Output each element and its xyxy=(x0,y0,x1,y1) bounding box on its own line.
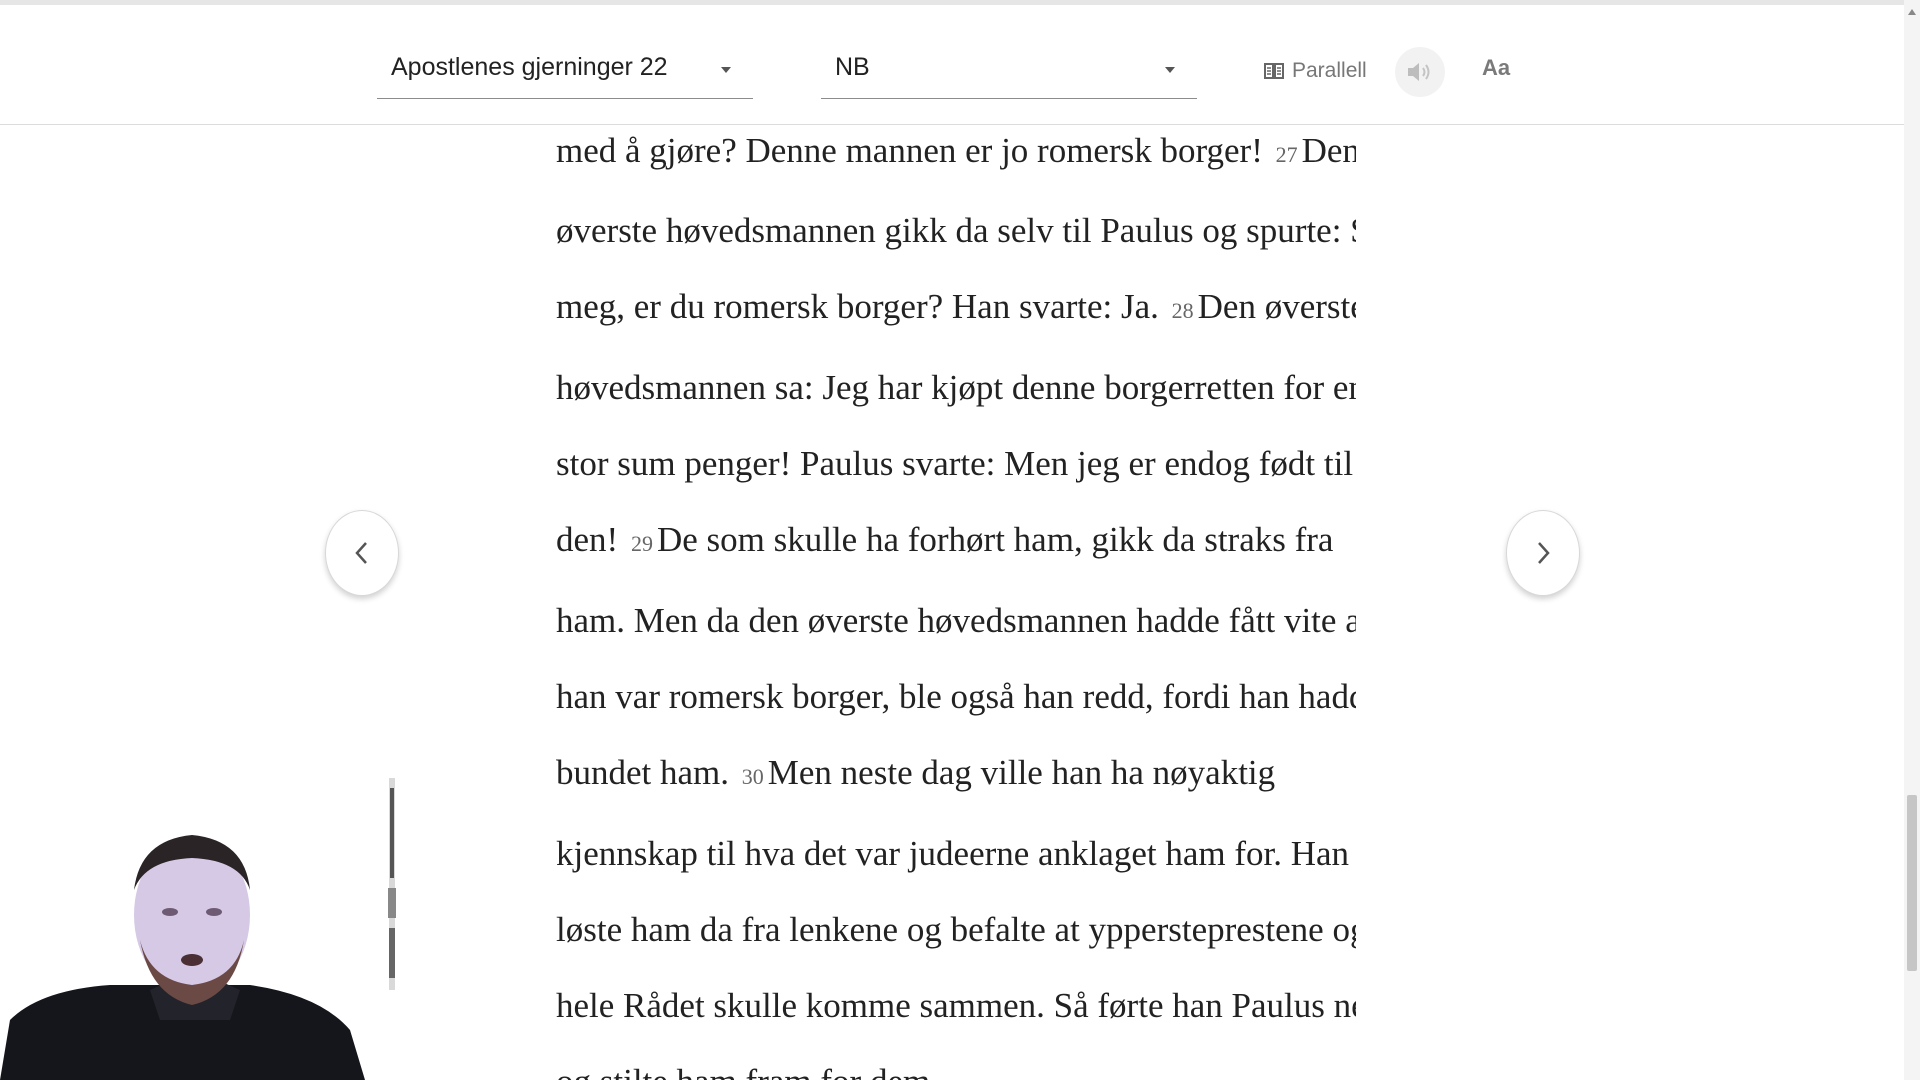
video-artifact xyxy=(380,778,404,990)
verse-text: Den øverste xyxy=(1197,287,1356,326)
scripture-text: med å gjøre? Denne mannen er jo romersk … xyxy=(556,124,1356,1080)
verse-text: meg, er du romersk borger? Han svarte: J… xyxy=(556,287,1168,326)
scroll-up-arrow-icon[interactable] xyxy=(1908,9,1916,15)
verse-text: kjennskap til hva det var judeerne ankla… xyxy=(556,834,1350,873)
scripture-line: øverste høvedsmannen gikk da selv til Pa… xyxy=(556,211,1356,251)
verse-text: bundet ham. xyxy=(556,753,738,792)
book-chapter-select[interactable]: Apostlenes gjerninger 22 xyxy=(377,43,753,99)
scripture-line: stor sum penger! Paulus svarte: Men jeg … xyxy=(556,444,1353,484)
bible-version-value: NB xyxy=(835,53,870,81)
book-columns-icon xyxy=(1264,63,1284,79)
reader-toolbar: Apostlenes gjerninger 22 NB Parallell Aa xyxy=(0,5,1904,125)
scripture-line: bundet ham. 30 Men neste dag ville han ha… xyxy=(556,753,1275,793)
chevron-left-icon xyxy=(355,542,367,564)
chevron-right-icon xyxy=(1538,542,1550,564)
verse-text: stor sum penger! Paulus svarte: Men jeg … xyxy=(556,444,1354,483)
scripture-line: hele Rådet skulle komme sammen. Så førte… xyxy=(556,986,1356,1026)
scrollbar-thumb[interactable] xyxy=(1907,795,1917,971)
scripture-line: kjennskap til hva det var judeerne ankla… xyxy=(556,834,1349,874)
scripture-line: og stilte ham fram for dem. xyxy=(556,1062,939,1080)
scripture-line: han var romersk borger, ble også han red… xyxy=(556,677,1356,717)
scripture-line: den! 29 De som skulle ha forhørt ham, gik… xyxy=(556,520,1333,560)
verse-number: 28 xyxy=(1171,298,1194,323)
scripture-line: meg, er du romersk borger? Han svarte: J… xyxy=(556,287,1356,327)
verse-text: hele Rådet skulle komme sammen. Så førte… xyxy=(556,986,1356,1025)
bible-version-select[interactable]: NB xyxy=(821,43,1197,99)
next-chapter-button[interactable] xyxy=(1506,510,1580,596)
dropdown-caret-icon xyxy=(721,67,731,73)
verse-text: med å gjøre? Denne mannen er jo romersk … xyxy=(556,131,1272,170)
font-size-button[interactable]: Aa xyxy=(1482,55,1510,81)
verse-text: De som skulle ha forhørt ham, gikk da st… xyxy=(656,520,1334,559)
verse-number: 30 xyxy=(741,764,764,789)
verse-number: 27 xyxy=(1275,142,1298,167)
scripture-line: ham. Men da den øverste høvedsmannen had… xyxy=(556,601,1356,641)
verse-text: han var romersk borger, ble også han red… xyxy=(556,677,1356,716)
previous-chapter-button[interactable] xyxy=(325,510,399,596)
webcam-overlay xyxy=(0,820,380,1080)
verse-text: løste ham da fra lenkene og befalte at y… xyxy=(556,910,1356,949)
parallel-button[interactable]: Parallell xyxy=(1264,51,1367,91)
verse-text: den! xyxy=(556,520,627,559)
dropdown-caret-icon xyxy=(1165,67,1175,73)
verse-text: øverste høvedsmannen gikk da selv til Pa… xyxy=(556,211,1356,250)
book-chapter-value: Apostlenes gjerninger 22 xyxy=(391,53,668,81)
verse-text: ham. Men da den øverste høvedsmannen had… xyxy=(556,601,1356,640)
scripture-line: med å gjøre? Denne mannen er jo romersk … xyxy=(556,131,1356,171)
speaker-icon xyxy=(1408,63,1430,81)
verse-text: Den xyxy=(1301,131,1356,170)
verse-text: Men neste dag ville han ha nøyaktig xyxy=(767,753,1276,792)
scripture-line: løste ham da fra lenkene og befalte at y… xyxy=(556,910,1356,950)
verse-text: og stilte ham fram for dem. xyxy=(556,1062,939,1080)
scripture-line: høvedsmannen sa: Jeg har kjøpt denne bor… xyxy=(556,368,1356,408)
audio-button[interactable] xyxy=(1395,47,1445,97)
verse-number: 29 xyxy=(630,531,653,556)
verse-text: høvedsmannen sa: Jeg har kjøpt denne bor… xyxy=(556,368,1356,407)
parallel-label: Parallell xyxy=(1292,59,1367,82)
